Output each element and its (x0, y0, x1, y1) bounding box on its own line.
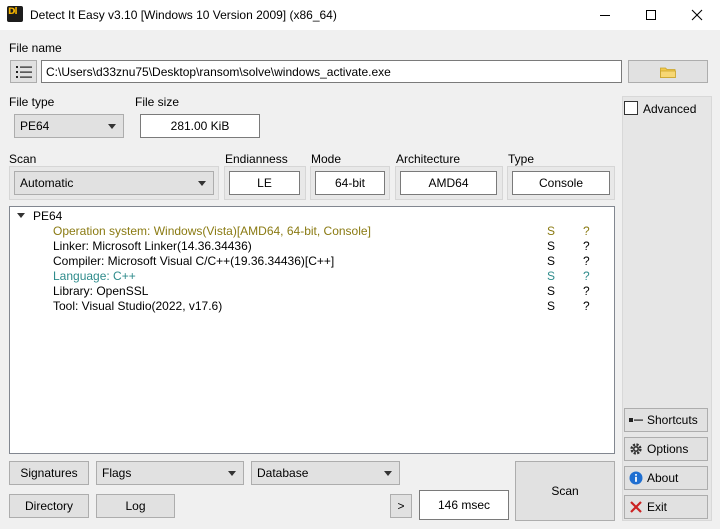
scan-label: Scan (9, 152, 37, 166)
info-marker[interactable]: ? (583, 269, 590, 283)
signature-marker[interactable]: S (547, 239, 555, 253)
file-size-value: 281.00 KiB (140, 114, 260, 138)
mode-label: Mode (311, 152, 342, 166)
file-size-label: File size (135, 95, 180, 109)
exit-label: Exit (647, 500, 668, 514)
file-menu-button[interactable] (10, 60, 37, 83)
shortcuts-button[interactable]: Shortcuts (624, 408, 708, 432)
signature-marker[interactable]: S (547, 284, 555, 298)
app-logo-icon: Dl (7, 6, 23, 22)
file-type-select[interactable]: PE64 (14, 114, 124, 138)
exit-x-icon (630, 501, 642, 513)
signature-marker[interactable]: S (547, 254, 555, 268)
tree-root-row[interactable]: PE64 (10, 209, 614, 224)
advanced-checkbox[interactable] (624, 101, 638, 115)
info-marker[interactable]: ? (583, 284, 590, 298)
file-name-label: File name (9, 41, 62, 55)
tree-root-label: PE64 (33, 209, 63, 223)
architecture-label: Architecture (396, 152, 461, 166)
close-icon (691, 9, 703, 21)
list-icon (15, 65, 32, 78)
result-row[interactable]: Language: C++ S? (10, 269, 614, 284)
scan-time-display: 146 msec (419, 490, 509, 520)
result-row[interactable]: Library: OpenSSL S? (10, 284, 614, 299)
type-value: Console (512, 171, 610, 195)
minimize-button[interactable] (582, 0, 628, 30)
maximize-button[interactable] (628, 0, 674, 30)
options-button[interactable]: Options (624, 437, 708, 461)
architecture-value: AMD64 (400, 171, 497, 195)
minimize-icon (600, 15, 610, 16)
signature-marker[interactable]: S (547, 224, 555, 238)
info-marker[interactable]: ? (583, 254, 590, 268)
advanced-label: Advanced (643, 102, 697, 116)
window-title: Detect It Easy v3.10 [Windows 10 Version… (30, 8, 337, 22)
file-path-input[interactable]: C:\Users\d33znu75\Desktop\ransom\solve\w… (41, 60, 622, 83)
folder-icon (660, 67, 676, 78)
chevron-down-icon (198, 181, 206, 186)
file-type-value: PE64 (20, 119, 50, 133)
close-button[interactable] (674, 0, 720, 30)
result-row[interactable]: Linker: Microsoft Linker(14.36.34436) S? (10, 239, 614, 254)
flags-select[interactable]: Flags (96, 461, 244, 485)
log-button[interactable]: Log (96, 494, 175, 518)
about-label: About (647, 471, 679, 485)
info-icon (629, 471, 643, 485)
type-label: Type (508, 152, 535, 166)
file-type-label: File type (9, 95, 55, 109)
flags-value: Flags (102, 466, 132, 480)
scan-button[interactable]: Scan (515, 461, 615, 521)
options-label: Options (647, 442, 689, 456)
about-button[interactable]: About (624, 466, 708, 490)
open-file-button[interactable] (628, 60, 708, 83)
directory-button[interactable]: Directory (9, 494, 89, 518)
gear-icon (630, 443, 642, 455)
shortcuts-label: Shortcuts (647, 413, 698, 427)
result-text: Compiler: Microsoft Visual C/C++(19.36.3… (53, 254, 335, 268)
endianness-value: LE (229, 171, 300, 195)
info-marker[interactable]: ? (583, 299, 590, 313)
scan-mode-select[interactable]: Automatic (14, 171, 214, 195)
result-text: Tool: Visual Studio(2022, v17.6) (53, 299, 223, 313)
more-button[interactable]: > (390, 494, 412, 518)
result-text: Language: C++ (53, 269, 136, 283)
signature-marker[interactable]: S (547, 269, 555, 283)
shortcuts-icon (629, 418, 643, 422)
info-marker[interactable]: ? (583, 224, 590, 238)
chevron-down-icon (228, 471, 236, 476)
signature-marker[interactable]: S (547, 299, 555, 313)
exit-button[interactable]: Exit (624, 495, 708, 519)
scan-mode-value: Automatic (20, 176, 74, 190)
results-tree[interactable]: PE64 Operation system: Windows(Vista)[AM… (9, 206, 615, 454)
database-select[interactable]: Database (251, 461, 400, 485)
result-text: Operation system: Windows(Vista)[AMD64, … (53, 224, 371, 238)
endianness-label: Endianness (225, 152, 288, 166)
result-row[interactable]: Compiler: Microsoft Visual C/C++(19.36.3… (10, 254, 614, 269)
maximize-icon (646, 10, 656, 20)
result-row[interactable]: Operation system: Windows(Vista)[AMD64, … (10, 224, 614, 239)
result-text: Linker: Microsoft Linker(14.36.34436) (53, 239, 252, 253)
result-text: Library: OpenSSL (53, 284, 149, 298)
result-row[interactable]: Tool: Visual Studio(2022, v17.6) S? (10, 299, 614, 314)
mode-value: 64-bit (315, 171, 385, 195)
signatures-button[interactable]: Signatures (9, 461, 89, 485)
chevron-down-icon (384, 471, 392, 476)
database-value: Database (257, 466, 309, 480)
chevron-down-icon (108, 124, 116, 129)
info-marker[interactable]: ? (583, 239, 590, 253)
expand-arrow-icon[interactable] (17, 213, 25, 219)
